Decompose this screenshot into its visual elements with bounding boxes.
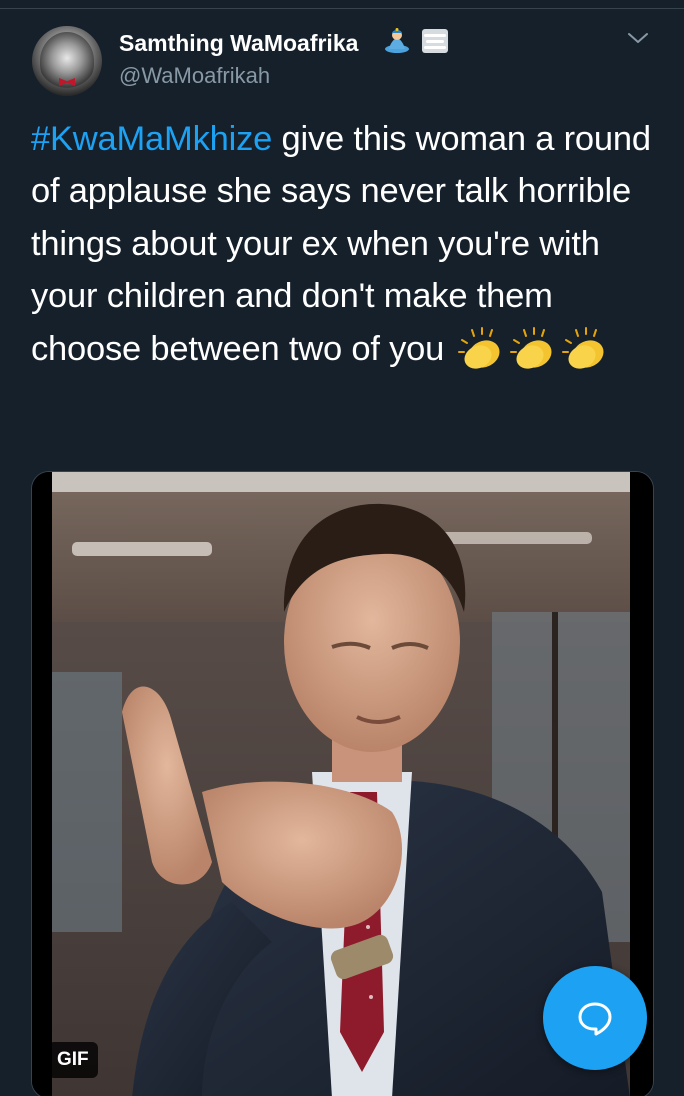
fog-emoji-icon: [422, 29, 448, 53]
avatar[interactable]: [32, 26, 102, 96]
tweet-text: #KwaMaMkhize give this woman a round of …: [31, 113, 661, 375]
compose-reply-button[interactable]: [543, 966, 647, 1070]
clapping-hands-emoji-icon: [457, 326, 500, 369]
genie-emoji-icon: [385, 28, 409, 53]
clapping-hands-emoji-icon: [509, 326, 552, 369]
top-divider: [0, 8, 684, 9]
tweet-screen: Samthing WaMoafrika @WaMoafrikah #KwaMaM…: [0, 0, 684, 1096]
clapping-hands-emoji-icon: [561, 326, 604, 369]
user-handle[interactable]: @WaMoafrikah: [119, 62, 270, 90]
hashtag-link[interactable]: #KwaMaMkhize: [31, 120, 272, 158]
chevron-down-icon[interactable]: [626, 28, 650, 48]
display-name[interactable]: Samthing WaMoafrika: [119, 29, 358, 57]
new-reply-icon: [578, 1002, 612, 1036]
gif-badge: GIF: [48, 1042, 98, 1078]
